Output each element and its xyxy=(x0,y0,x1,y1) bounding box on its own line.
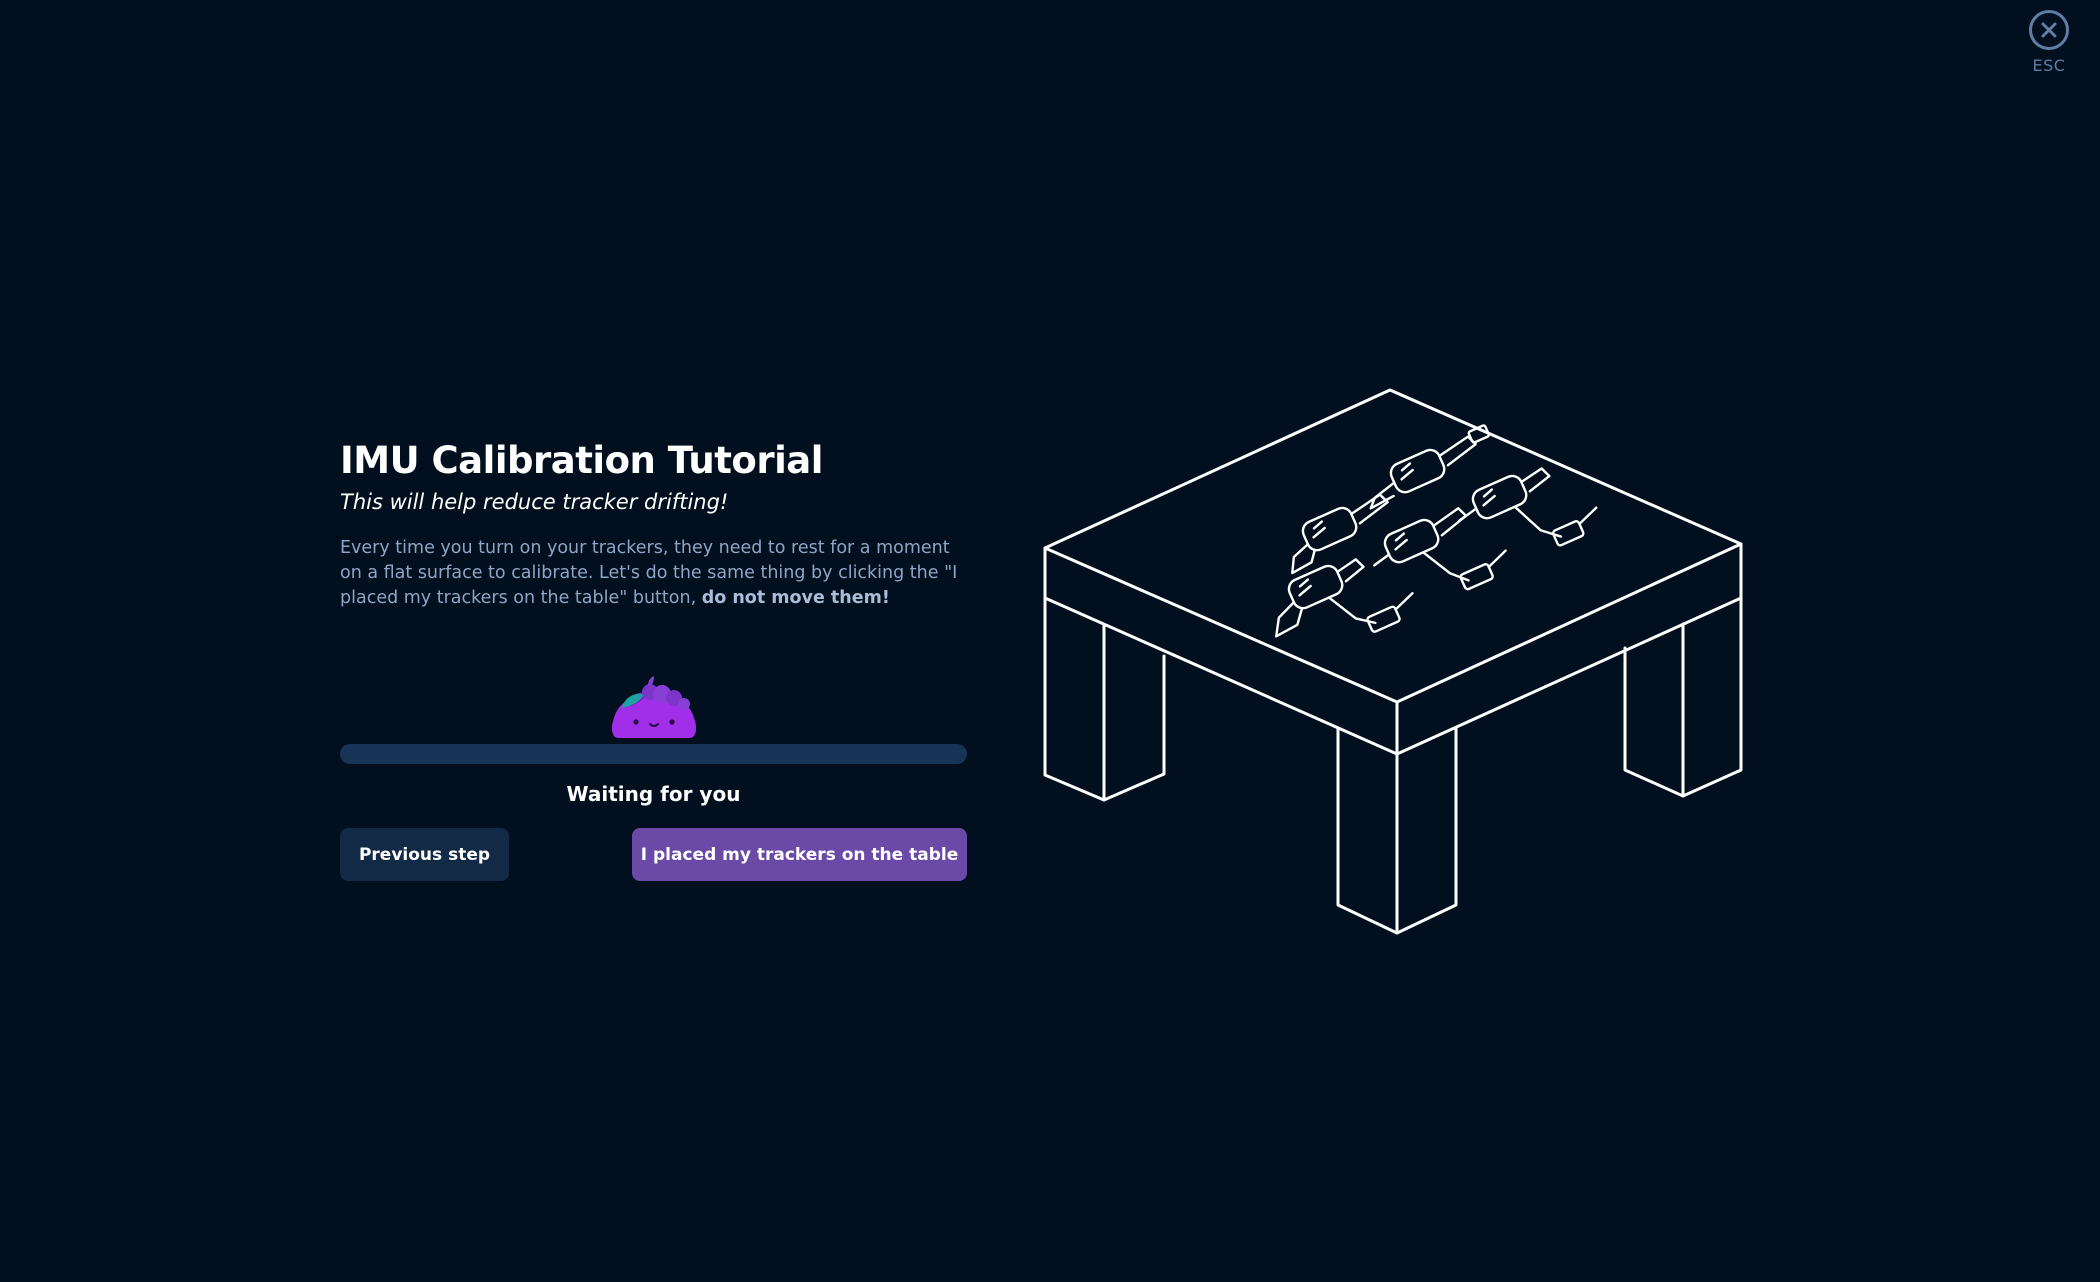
close-button[interactable] xyxy=(2029,10,2069,50)
progress-bar xyxy=(340,744,967,764)
page-subtitle: This will help reduce tracker drifting! xyxy=(340,490,729,514)
tutorial-description: Every time you turn on your trackers, th… xyxy=(340,536,965,611)
tutorial-content: IMU Calibration Tutorial This will help … xyxy=(340,436,970,611)
table-with-trackers-illustration xyxy=(1043,388,1743,935)
slime-mascot-icon xyxy=(611,676,697,738)
close-control[interactable]: ESC xyxy=(2026,10,2072,75)
calibration-page: ESC IMU Calibration Tutorial This will h… xyxy=(0,0,2100,1282)
status-text: Waiting for you xyxy=(566,782,741,806)
previous-step-button[interactable]: Previous step xyxy=(340,828,509,881)
close-icon xyxy=(2041,22,2057,38)
esc-label: ESC xyxy=(2032,56,2066,75)
description-emphasis: do not move them! xyxy=(701,588,890,608)
button-row: Previous step I placed my trackers on th… xyxy=(340,828,967,882)
placed-trackers-button[interactable]: I placed my trackers on the table xyxy=(632,828,967,881)
page-title: IMU Calibration Tutorial xyxy=(340,439,823,482)
